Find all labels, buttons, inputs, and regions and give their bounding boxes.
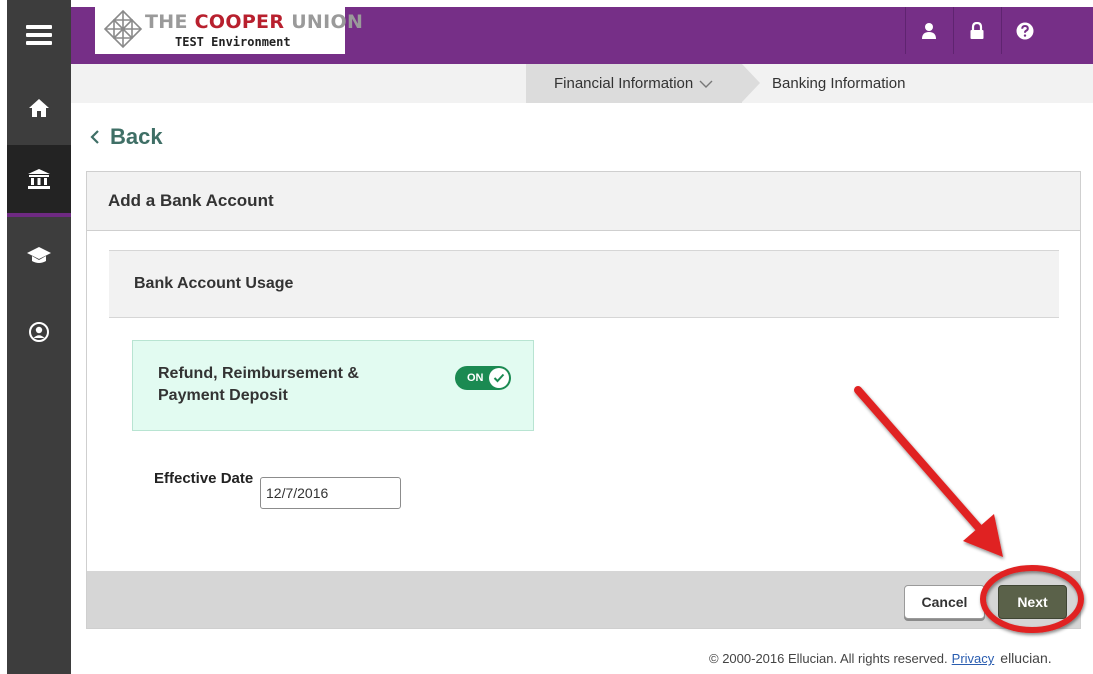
help-icon bbox=[1016, 22, 1034, 39]
menu-icon bbox=[26, 25, 52, 45]
breadcrumb-banking-information: Banking Information bbox=[772, 75, 906, 92]
menu-button[interactable] bbox=[7, 0, 71, 70]
breadcrumb-separator bbox=[742, 64, 760, 102]
card-footer: Cancel Next bbox=[87, 571, 1080, 628]
toggle-knob bbox=[489, 368, 509, 388]
breadcrumb: Financial Information Banking Informatio… bbox=[71, 64, 1093, 103]
nav-finance[interactable] bbox=[7, 145, 71, 217]
user-circle-icon bbox=[29, 322, 49, 342]
home-icon bbox=[29, 99, 49, 117]
nav-profile[interactable] bbox=[7, 310, 71, 354]
chevron-down-icon bbox=[699, 80, 713, 88]
logo-environment: TEST Environment bbox=[175, 35, 291, 49]
logo-cooper: COOPER bbox=[194, 11, 285, 33]
card-header: Add a Bank Account bbox=[87, 172, 1080, 231]
next-button[interactable]: Next bbox=[998, 585, 1067, 619]
card-title: Add a Bank Account bbox=[108, 191, 274, 210]
effective-date-input[interactable] bbox=[260, 477, 401, 509]
usage-option-refund: Refund, Reimbursement & Payment Deposit … bbox=[132, 340, 534, 431]
cancel-button[interactable]: Cancel bbox=[904, 585, 985, 619]
sign-out-button[interactable] bbox=[953, 7, 1000, 54]
user-icon bbox=[922, 22, 936, 39]
usage-toggle[interactable]: ON bbox=[455, 366, 511, 390]
bank-account-usage-header: Bank Account Usage bbox=[109, 250, 1059, 318]
nav-home[interactable] bbox=[7, 86, 71, 130]
copyright-text: © 2000-2016 Ellucian. All rights reserve… bbox=[709, 651, 948, 666]
toggle-state-label: ON bbox=[467, 372, 484, 384]
side-nav-rail bbox=[7, 0, 71, 674]
breadcrumb-financial-information[interactable]: Financial Information bbox=[526, 64, 742, 103]
nav-student[interactable] bbox=[7, 233, 71, 277]
back-label: Back bbox=[110, 124, 163, 149]
back-link[interactable]: Back bbox=[90, 124, 163, 150]
section-title: Bank Account Usage bbox=[134, 275, 294, 292]
ellucian-logo: ellucian. bbox=[1000, 650, 1052, 666]
user-menu-button[interactable] bbox=[905, 7, 952, 54]
check-icon bbox=[493, 373, 505, 383]
institution-logo[interactable]: THE COOPER UNION TEST Environment bbox=[95, 7, 363, 54]
help-button[interactable] bbox=[1001, 7, 1048, 54]
logo-title: THE COOPER UNION bbox=[145, 11, 363, 33]
top-bar: THE COOPER UNION TEST Environment bbox=[71, 7, 1093, 64]
chevron-left-icon bbox=[90, 130, 99, 144]
page-footer: © 2000-2016 Ellucian. All rights reserve… bbox=[709, 650, 1052, 666]
graduation-cap-icon bbox=[27, 247, 51, 263]
add-bank-account-card: Add a Bank Account Bank Account Usage Re… bbox=[86, 171, 1081, 629]
lock-icon bbox=[970, 21, 984, 39]
bank-icon bbox=[28, 169, 50, 189]
logo-the: THE bbox=[145, 11, 188, 33]
usage-option-label: Refund, Reimbursement & Payment Deposit bbox=[158, 365, 359, 404]
privacy-link[interactable]: Privacy bbox=[952, 651, 995, 666]
effective-date-label: Effective Date bbox=[154, 470, 254, 487]
logo-union: UNION bbox=[291, 11, 364, 33]
cooper-union-logo-icon bbox=[103, 9, 143, 49]
breadcrumb-financial-label: Financial Information bbox=[554, 75, 694, 92]
